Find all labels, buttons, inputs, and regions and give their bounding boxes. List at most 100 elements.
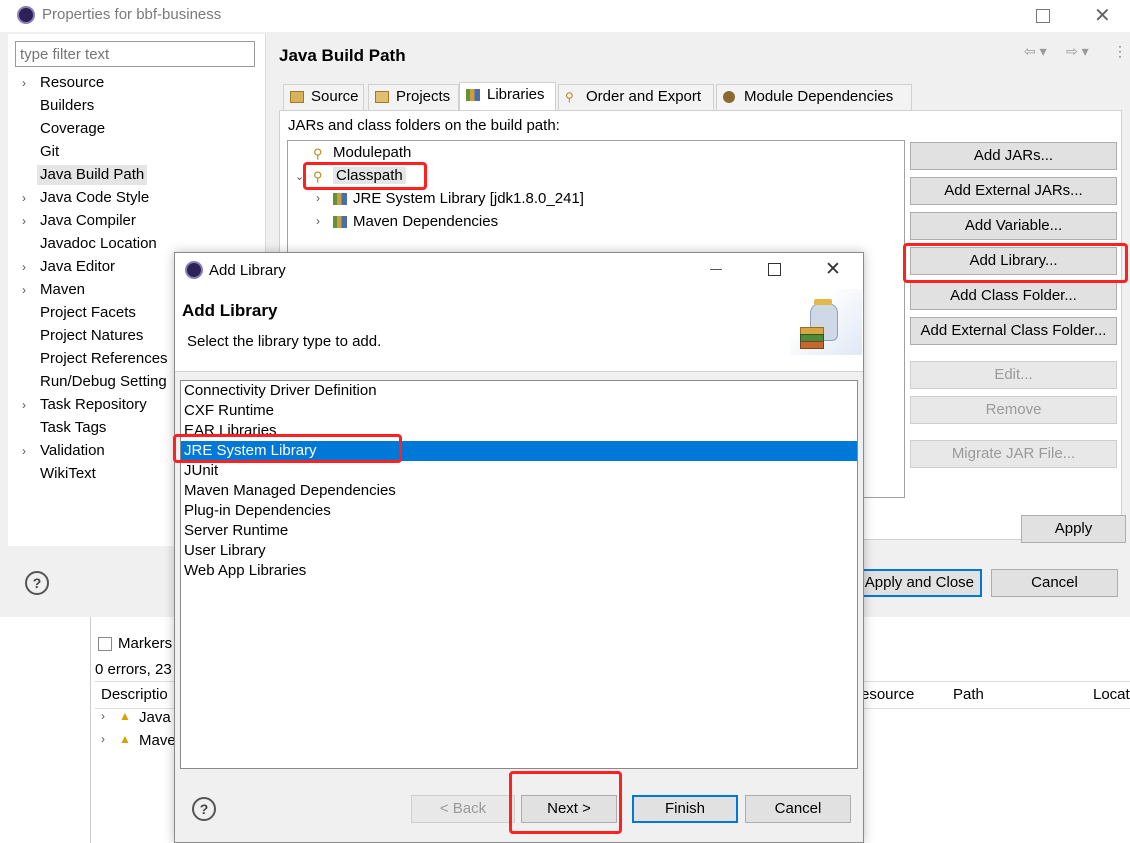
chevron-down-icon[interactable]: ⌄ <box>295 170 304 183</box>
nav-item[interactable]: Builders <box>40 96 94 116</box>
list-item[interactable]: User Library <box>184 541 266 561</box>
close-icon[interactable]: ✕ <box>1094 3 1111 28</box>
modulepath-icon: ⚲ <box>313 146 323 161</box>
module-icon <box>723 91 735 103</box>
back-button[interactable]: < Back <box>411 795 515 823</box>
maximize-button[interactable] <box>1036 9 1050 23</box>
tab-source[interactable]: Source <box>283 84 364 110</box>
jars-label: JARs and class folders on the build path… <box>288 117 560 134</box>
add-library-button[interactable]: Add Library... <box>910 247 1117 275</box>
errors-summary: 0 errors, 23 <box>95 661 172 678</box>
list-item[interactable]: CXF Runtime <box>184 401 274 421</box>
nav-item[interactable]: Run/Debug Setting <box>40 372 167 392</box>
markers-icon <box>98 637 112 651</box>
page-title: Java Build Path <box>279 46 406 65</box>
source-folder-icon <box>290 91 304 103</box>
nav-item[interactable]: WikiText <box>40 464 96 484</box>
tab-libraries[interactable]: Libraries <box>459 82 556 111</box>
tree-modulepath[interactable]: Modulepath <box>333 144 411 161</box>
chevron-right-icon[interactable]: › <box>316 191 320 205</box>
nav-item[interactable]: Project References <box>40 349 168 369</box>
chevron-right-icon[interactable]: › <box>316 214 320 228</box>
chevron-right-icon[interactable]: › <box>22 188 26 208</box>
remove-button[interactable]: Remove <box>910 396 1117 424</box>
add-variable-button[interactable]: Add Variable... <box>910 212 1117 240</box>
library-icon <box>466 89 480 101</box>
warning-icon: ▲ <box>119 709 131 723</box>
list-item[interactable]: Maven Managed Dependencies <box>184 481 396 501</box>
nav-item[interactable]: Task Repository <box>40 395 147 415</box>
list-item[interactable]: Connectivity Driver Definition <box>184 381 377 401</box>
nav-item[interactable]: Java Code Style <box>40 188 149 208</box>
finish-button[interactable]: Finish <box>632 795 738 823</box>
properties-title: Properties for bbf-business <box>42 6 222 23</box>
list-item[interactable]: Plug-in Dependencies <box>184 501 331 521</box>
nav-item[interactable]: Project Natures <box>40 326 143 346</box>
nav-item[interactable]: Project Facets <box>40 303 136 323</box>
nav-item[interactable]: Resource <box>40 73 104 93</box>
list-item[interactable]: EAR Libraries <box>184 421 277 441</box>
tree-maven-dependencies[interactable]: Maven Dependencies <box>353 213 498 230</box>
nav-item[interactable]: Task Tags <box>40 418 106 438</box>
dialog-title: Add Library <box>209 262 286 279</box>
forward-nav-icon[interactable]: ⇨ ▾ <box>1066 43 1089 60</box>
migrate-jar-button[interactable]: Migrate JAR File... <box>910 440 1117 468</box>
chevron-right-icon[interactable]: › <box>22 257 26 277</box>
tree-classpath[interactable]: Classpath <box>333 167 406 184</box>
add-external-class-folder-button[interactable]: Add External Class Folder... <box>910 317 1117 345</box>
chevron-right-icon[interactable]: › <box>22 211 26 231</box>
chevron-right-icon[interactable]: › <box>22 73 26 93</box>
dialog-subtitle: Select the library type to add. <box>187 333 382 350</box>
library-icon <box>333 193 347 205</box>
nav-item[interactable]: Java Build Path <box>37 165 148 185</box>
classpath-icon: ⚲ <box>313 169 323 184</box>
close-icon[interactable]: ✕ <box>825 258 841 281</box>
order-export-icon: ⚲ <box>565 90 574 104</box>
list-item[interactable]: Web App Libraries <box>184 561 306 581</box>
tab-order-and-export[interactable]: ⚲ Order and Export <box>558 84 714 110</box>
library-jar-illustration-icon <box>790 289 862 355</box>
tab-projects[interactable]: Projects <box>368 84 459 110</box>
next-button[interactable]: Next > <box>521 795 617 823</box>
cancel-button[interactable]: Cancel <box>745 795 851 823</box>
filter-input[interactable] <box>15 41 255 67</box>
minimize-icon[interactable] <box>710 269 722 270</box>
nav-item[interactable]: Coverage <box>40 119 105 139</box>
help-icon[interactable]: ? <box>25 571 49 595</box>
maximize-button[interactable] <box>768 263 781 276</box>
nav-item[interactable]: Git <box>40 142 59 162</box>
nav-item[interactable]: Java Compiler <box>40 211 136 231</box>
add-jars-button[interactable]: Add JARs... <box>910 142 1117 170</box>
add-external-jars-button[interactable]: Add External JARs... <box>910 177 1117 205</box>
nav-item[interactable]: Validation <box>40 441 105 461</box>
apply-and-close-button[interactable]: Apply and Close <box>855 569 982 597</box>
tab-module-dependencies[interactable]: Module Dependencies <box>716 84 912 110</box>
dialog-titlebar: Add Library ✕ <box>175 253 863 287</box>
view-menu-icon[interactable]: ⋮ <box>1113 43 1127 60</box>
library-icon <box>333 216 347 228</box>
dialog-heading: Add Library <box>182 301 278 320</box>
list-item[interactable]: Server Runtime <box>184 521 288 541</box>
nav-item[interactable]: Java Editor <box>40 257 115 277</box>
back-nav-icon[interactable]: ⇦ ▾ <box>1024 43 1047 60</box>
warning-icon: ▲ <box>119 732 131 746</box>
nav-item[interactable]: Javadoc Location <box>40 234 157 254</box>
cancel-button[interactable]: Cancel <box>991 569 1118 597</box>
chevron-right-icon[interactable]: › <box>22 441 26 461</box>
dialog-header: Add Library Select the library type to a… <box>175 287 863 372</box>
chevron-right-icon[interactable]: › <box>22 280 26 300</box>
help-icon[interactable]: ? <box>192 797 216 821</box>
chevron-right-icon[interactable]: › <box>22 395 26 415</box>
chevron-right-icon[interactable]: › <box>101 709 105 723</box>
tree-jre-library[interactable]: JRE System Library [jdk1.8.0_241] <box>353 190 584 207</box>
project-folder-icon <box>375 91 389 103</box>
chevron-right-icon[interactable]: › <box>101 732 105 746</box>
nav-item[interactable]: Maven <box>40 280 85 300</box>
properties-titlebar: Properties for bbf-business ✕ <box>0 0 1130 32</box>
list-item[interactable]: JRE System Library <box>184 441 317 461</box>
eclipse-icon <box>185 261 203 279</box>
list-item[interactable]: JUnit <box>184 461 218 481</box>
edit-button[interactable]: Edit... <box>910 361 1117 389</box>
add-class-folder-button[interactable]: Add Class Folder... <box>910 282 1117 310</box>
apply-button[interactable]: Apply <box>1021 515 1126 543</box>
